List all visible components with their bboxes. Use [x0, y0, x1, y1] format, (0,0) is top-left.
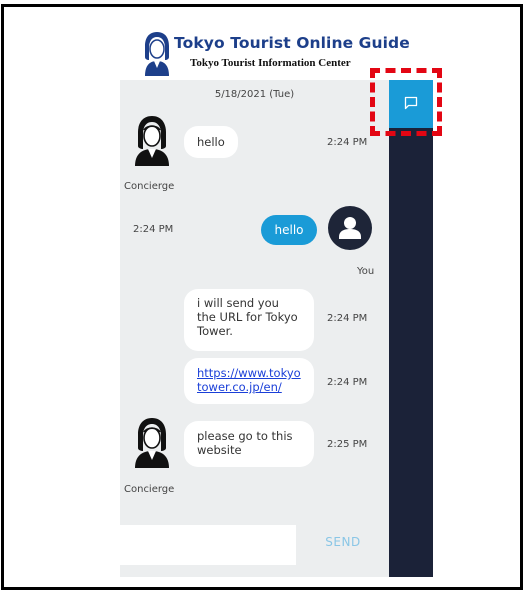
message-bubble: hello — [184, 126, 238, 158]
concierge-logo-icon — [145, 32, 169, 76]
user-message-bubble: hello — [261, 215, 317, 245]
message-bubble: https://www.tokyotower.co.jp/en/ — [184, 358, 314, 404]
concierge-avatar-icon — [135, 418, 169, 468]
message-input[interactable] — [120, 525, 296, 565]
message-text: please go to this website — [197, 429, 293, 457]
message-link[interactable]: https://www.tokyotower.co.jp/en/ — [197, 366, 301, 394]
app-subtitle: Tokyo Tourist Information Center — [190, 57, 351, 69]
message-text: i will send you the URL for Tokyo Tower. — [197, 296, 298, 338]
highlight-marker — [370, 68, 442, 136]
app-title: Tokyo Tourist Online Guide — [174, 34, 410, 52]
chat-panel[interactable]: 5/18/2021 (Tue) hello 2:24 PM Concierge … — [120, 80, 389, 577]
concierge-avatar-icon — [135, 116, 169, 166]
message-time: 2:24 PM — [327, 137, 368, 148]
user-avatar-icon — [328, 206, 372, 250]
message-text: hello — [274, 223, 304, 237]
message-text: hello — [197, 135, 225, 149]
sender-label: You — [357, 266, 375, 277]
chat-date: 5/18/2021 (Tue) — [214, 89, 295, 100]
sidebar — [389, 80, 433, 577]
sender-label: Concierge — [124, 181, 175, 192]
send-button[interactable]: SEND — [308, 535, 378, 549]
sender-label: Concierge — [124, 484, 175, 495]
message-time: 2:24 PM — [327, 377, 368, 388]
message-time: 2:24 PM — [133, 224, 174, 235]
message-bubble: please go to this website — [184, 421, 314, 467]
message-time: 2:24 PM — [327, 313, 368, 324]
message-bubble: i will send you the URL for Tokyo Tower. — [184, 289, 314, 351]
message-time: 2:25 PM — [327, 439, 368, 450]
